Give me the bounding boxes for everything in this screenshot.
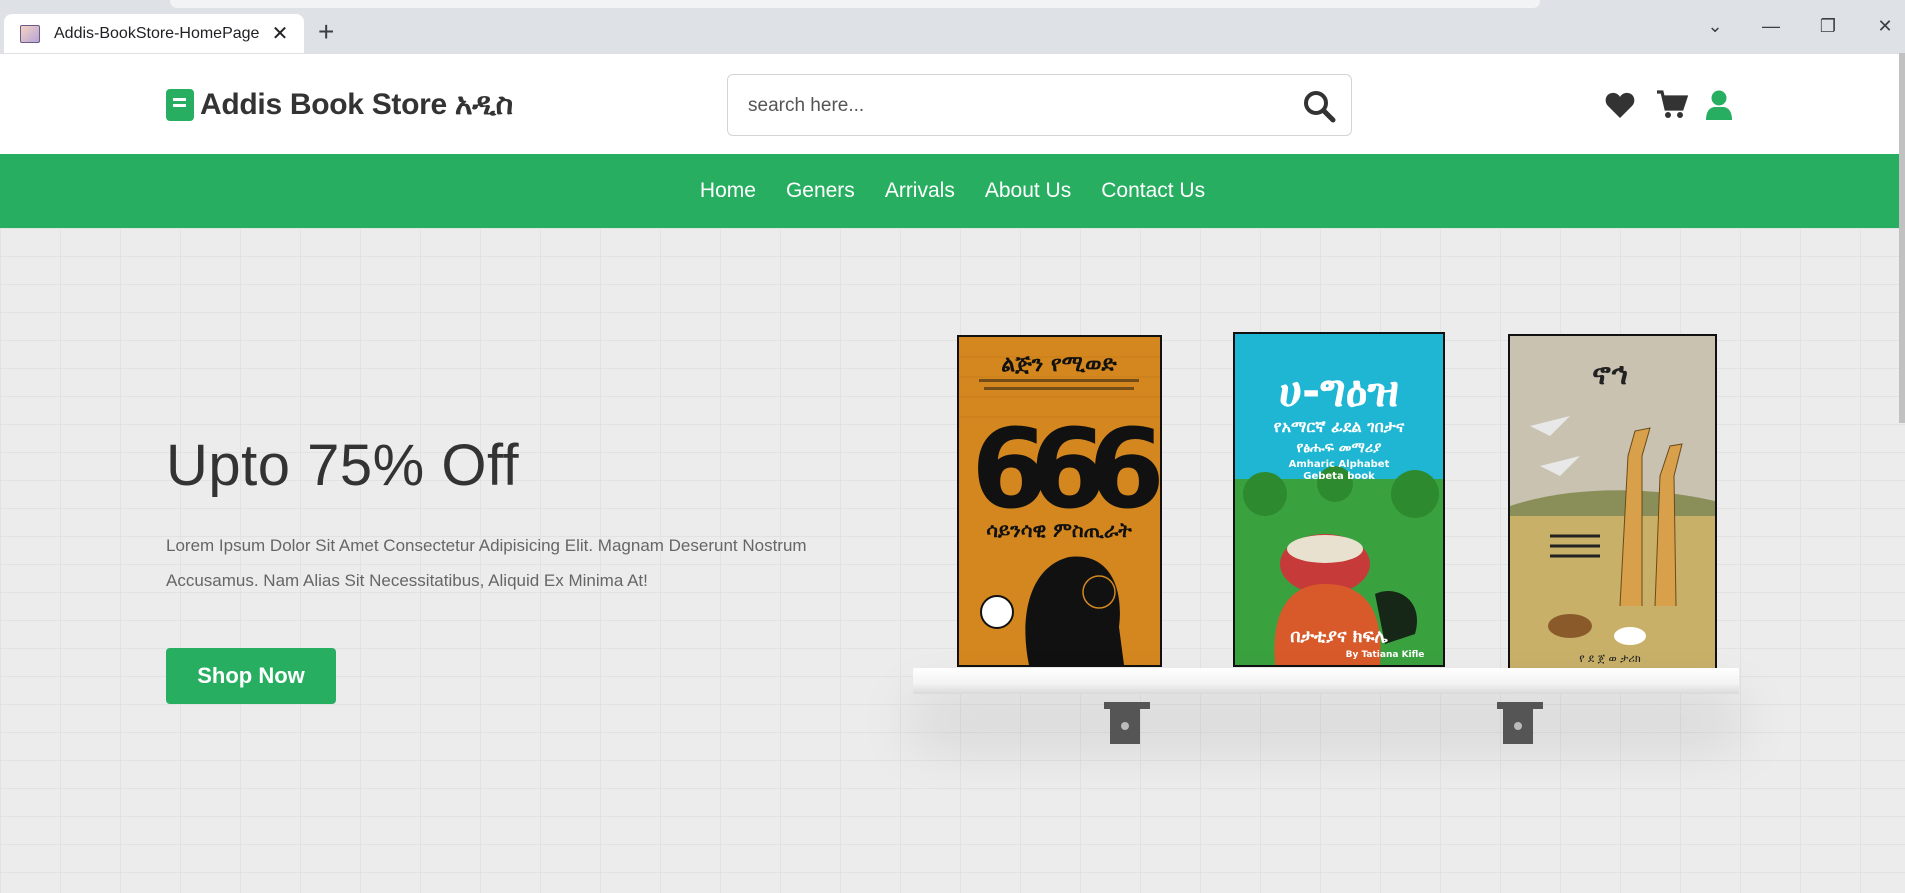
restore-button[interactable]: ❐ bbox=[1808, 16, 1848, 37]
close-tab-icon[interactable]: ✕ bbox=[268, 21, 292, 46]
tab-search-icon[interactable]: ⌄ bbox=[1695, 16, 1735, 37]
book-title: ሀ-ግዕዝ bbox=[1279, 366, 1399, 417]
logo-text: Addis Book Store አዲስ bbox=[200, 88, 513, 121]
minimize-button[interactable]: — bbox=[1751, 16, 1791, 37]
book-english-title: Amharic Alphabet bbox=[1289, 459, 1390, 470]
shelf-bracket-left bbox=[1104, 702, 1150, 744]
book-icon bbox=[166, 89, 194, 121]
logo-link[interactable]: Addis Book Store አዲስ bbox=[166, 88, 513, 122]
hero-title: Upto 75% Off bbox=[166, 433, 520, 498]
nav-geners[interactable]: Geners bbox=[786, 179, 855, 203]
tab-title: Addis-BookStore-HomePage bbox=[54, 24, 260, 42]
browser-tab-bar: Addis-BookStore-HomePage ✕ + ⌄ — ❐ ✕ bbox=[0, 14, 1905, 53]
browser-top-bar bbox=[0, 0, 1905, 14]
nav-about-us[interactable]: About Us bbox=[985, 179, 1071, 203]
search-input[interactable] bbox=[748, 91, 1288, 121]
favicon-icon bbox=[20, 24, 40, 43]
search-icon[interactable] bbox=[1302, 89, 1336, 123]
shelf-bracket-right bbox=[1497, 702, 1543, 744]
nav-contact-us[interactable]: Contact Us bbox=[1101, 179, 1205, 203]
main-navbar: Home Geners Arrivals About Us Contact Us bbox=[0, 154, 1905, 228]
search-box bbox=[727, 74, 1352, 136]
shop-now-button[interactable]: Shop Now bbox=[166, 648, 336, 704]
book-shelf bbox=[913, 668, 1739, 694]
book-title: ኖኅ bbox=[1592, 357, 1628, 392]
nav-arrivals[interactable]: Arrivals bbox=[885, 179, 955, 203]
cart-icon[interactable] bbox=[1656, 88, 1688, 122]
book-subtitle-2: የፅሑፍ መማሪያ bbox=[1296, 440, 1382, 456]
book-cover-666[interactable]: ልጅን የሚወድ 666 ሳይንሳዊ ምስጢራት bbox=[957, 335, 1162, 667]
window-close-button[interactable]: ✕ bbox=[1865, 16, 1905, 37]
user-icon[interactable] bbox=[1706, 88, 1732, 122]
site-header: Addis Book Store አዲስ bbox=[0, 53, 1905, 154]
nav-home[interactable]: Home bbox=[700, 179, 756, 203]
book-english-title-2: Gebeta book bbox=[1303, 471, 1375, 482]
book-author: By Tatiana Kifle bbox=[1346, 650, 1425, 660]
book-subtitle: የአማርኛ ፊደል ገበታና bbox=[1274, 417, 1405, 436]
book-bottom-text: በታቲያና ክፍሌ bbox=[1290, 626, 1388, 647]
book-subtitle: ሳይንሳዊ ምስጢራት bbox=[986, 518, 1132, 542]
book-title: ልጅን የሚወድ bbox=[1001, 352, 1117, 377]
browser-tab[interactable]: Addis-BookStore-HomePage ✕ bbox=[4, 14, 304, 53]
book-bottom-text: የ ደ ጀ ወ ታሪክ bbox=[1579, 652, 1641, 665]
heart-icon[interactable] bbox=[1605, 88, 1635, 122]
book-number: 666 bbox=[971, 405, 1159, 533]
book-cover-noah[interactable]: ኖኅ የ ደ ጀ ወ ታሪክ bbox=[1508, 334, 1717, 671]
page-scrollbar[interactable] bbox=[1899, 53, 1905, 423]
new-tab-button[interactable]: + bbox=[318, 18, 334, 46]
address-bar[interactable] bbox=[170, 0, 1540, 8]
book-cover-ha-geez[interactable]: ሀ-ግዕዝ የአማርኛ ፊደል ገበታና የፅሑፍ መማሪያ Amharic A… bbox=[1233, 332, 1445, 667]
hero-description: Lorem Ipsum Dolor Sit Amet Consectetur A… bbox=[166, 536, 807, 590]
hero-section: Upto 75% Off Lorem Ipsum Dolor Sit Amet … bbox=[0, 228, 1905, 893]
